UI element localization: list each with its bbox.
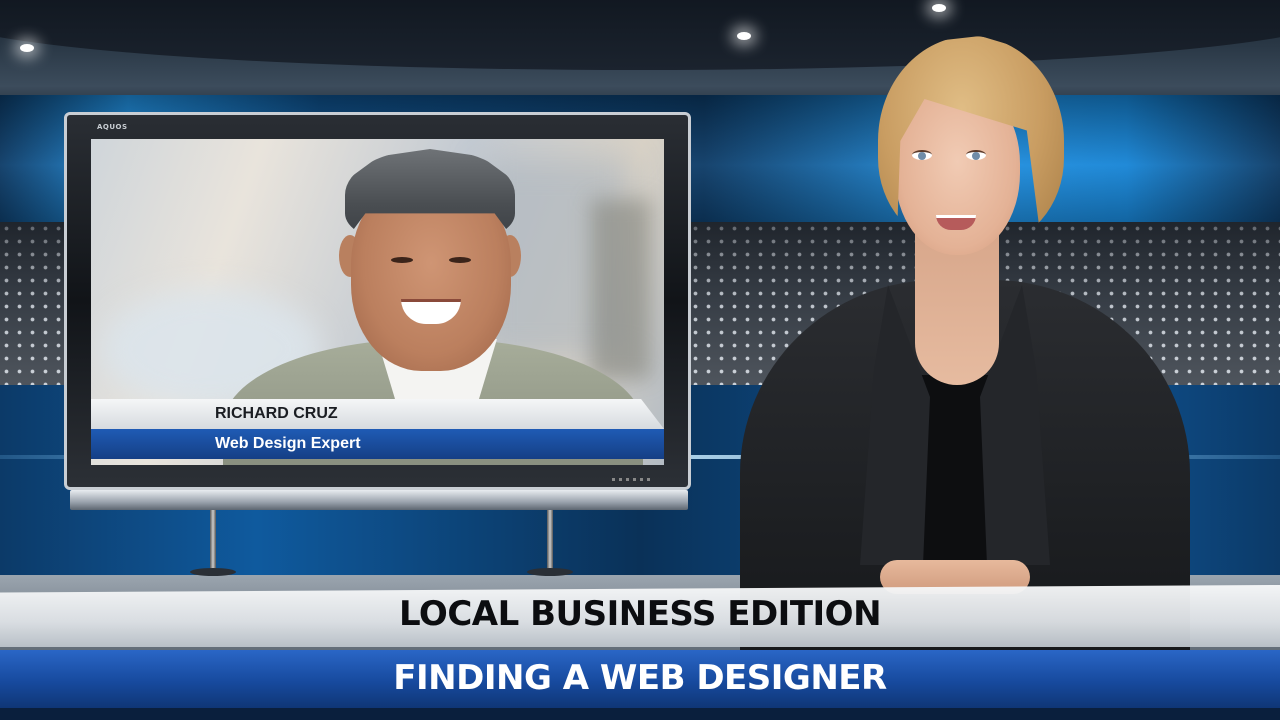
edition-title: LOCAL BUSINESS EDITION xyxy=(398,594,882,634)
guest-title-bar xyxy=(91,429,664,459)
anchor-eye xyxy=(966,150,986,160)
tv-indicator-lights xyxy=(612,478,652,481)
tv-stand-foot xyxy=(190,568,236,576)
ceiling-spotlight xyxy=(932,4,946,12)
banner-bottom-strip xyxy=(0,708,1280,720)
guest-name: RICHARD CRUZ xyxy=(215,405,338,422)
guest-eye xyxy=(449,257,471,263)
tv-stand-leg xyxy=(547,510,553,574)
tv-stand-leg xyxy=(210,510,216,574)
tv-shelf xyxy=(70,490,688,510)
background-blur xyxy=(591,199,651,379)
headline-title: FINDING A WEB DESIGNER xyxy=(393,658,887,698)
news-studio-scene: AQUOS RICHARD CRUZ Web Design Expert LOC… xyxy=(0,0,1280,720)
guest-name-bar xyxy=(91,399,664,429)
guest-title: Web Design Expert xyxy=(215,435,361,452)
anchor-eye xyxy=(912,150,932,160)
ceiling-spotlight xyxy=(20,44,34,52)
tv-brand-label: AQUOS xyxy=(97,123,128,131)
tv-stand-foot xyxy=(527,568,573,576)
guest-eye xyxy=(391,257,413,263)
tv-monitor: AQUOS RICHARD CRUZ Web Design Expert xyxy=(64,112,691,490)
tv-screen: RICHARD CRUZ Web Design Expert xyxy=(91,139,664,465)
